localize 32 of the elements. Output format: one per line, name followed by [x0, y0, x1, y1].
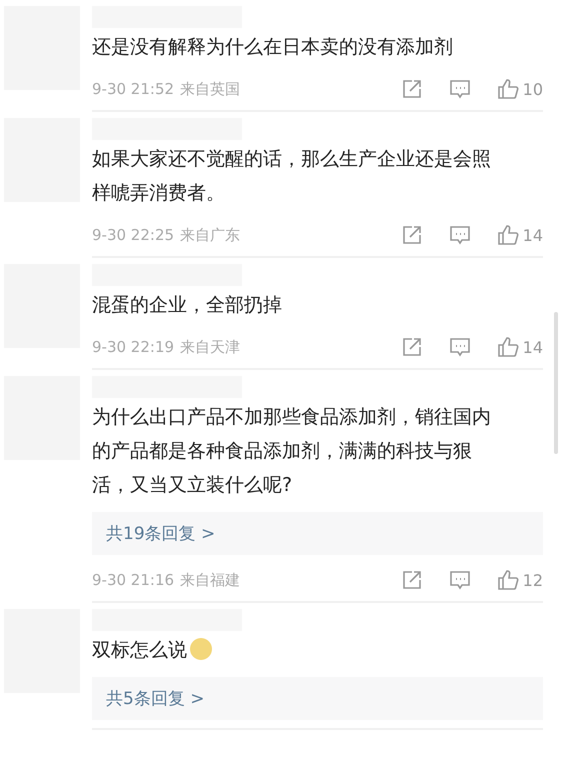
share-icon[interactable] — [400, 224, 423, 246]
thumbs-up-icon[interactable] — [496, 224, 519, 246]
comment-text: 双标怎么说 — [92, 633, 543, 667]
like-count: 10 — [522, 80, 543, 98]
comment-icon[interactable] — [448, 78, 471, 100]
comment-text: 如果大家还不觉醒的话，那么生产企业还是会照样唬弄消费者。 — [92, 147, 492, 206]
share-icon[interactable] — [400, 336, 423, 358]
thumbs-up-icon[interactable] — [496, 336, 519, 358]
comment-time: 9-30 21:16 — [92, 571, 174, 589]
thumbs-up-icon[interactable] — [496, 569, 519, 591]
like-count: 14 — [522, 338, 543, 356]
share-icon[interactable] — [400, 569, 423, 591]
comment-location: 来自广东 — [180, 226, 240, 244]
comment-location: 来自英国 — [180, 80, 240, 98]
like-count: 14 — [522, 226, 543, 244]
comment-location: 来自天津 — [180, 338, 240, 356]
comment-location: 来自福建 — [180, 570, 240, 590]
replies-link[interactable]: 共5条回复 > — [92, 677, 543, 720]
replies-link[interactable]: 共19条回复 > — [92, 512, 543, 555]
comment-text: 混蛋的企业，全部扔掉 — [92, 293, 283, 318]
like-count: 12 — [522, 570, 543, 590]
share-icon[interactable] — [400, 78, 423, 100]
comment-time: 9-30 22:25 — [92, 226, 174, 244]
scrollbar[interactable] — [554, 312, 558, 454]
comment-time: 9-30 21:52 — [92, 80, 174, 98]
comment-icon[interactable] — [448, 336, 471, 358]
comment-text: 还是没有解释为什么在日本卖的没有添加剂 — [92, 35, 454, 60]
comment-time: 9-30 22:19 — [92, 338, 174, 356]
comment-icon[interactable] — [448, 569, 471, 591]
thumbs-up-icon[interactable] — [496, 78, 519, 100]
comment-text: 为什么出口产品不加那些食品添加剂，销往国内的产品都是各种食品添加剂，满满的科技与狠活，又当又立装什么呢? — [92, 405, 492, 498]
comment-icon[interactable] — [448, 224, 471, 246]
